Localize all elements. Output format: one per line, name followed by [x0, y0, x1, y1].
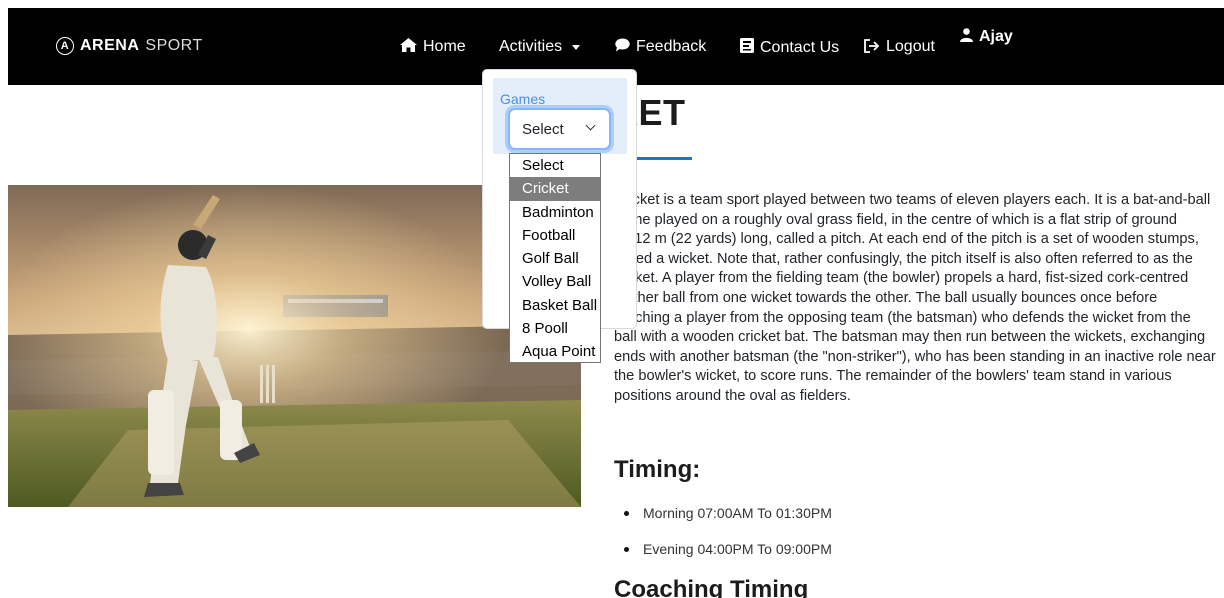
address-card-icon — [740, 38, 754, 57]
brand-name-bold: ARENA — [80, 37, 140, 54]
games-select-value: Select — [522, 120, 564, 138]
option-golf-ball[interactable]: Golf Ball — [510, 247, 600, 270]
option-volley-ball[interactable]: Volley Ball — [510, 270, 600, 293]
option-badminton[interactable]: Badminton — [510, 201, 600, 224]
nav-home[interactable]: Home — [400, 38, 466, 56]
timing-item-morning: Morning 07:00AM To 01:30PM — [622, 505, 832, 541]
chevron-down-icon — [585, 120, 596, 131]
games-label: Games — [500, 91, 546, 107]
option-cricket[interactable]: Cricket — [510, 177, 600, 201]
nav-logout-label: Logout — [886, 38, 935, 55]
brand-logo[interactable]: A ARENA SPORT — [56, 37, 203, 55]
timing-list: Morning 07:00AM To 01:30PM Evening 04:00… — [622, 505, 832, 577]
nav-feedback-label: Feedback — [636, 38, 707, 55]
option-football[interactable]: Football — [510, 224, 600, 247]
option-basket-ball[interactable]: Basket Ball — [510, 294, 600, 317]
nav-activities-toggle[interactable]: Activities — [499, 38, 581, 56]
coaching-timing-heading: Coaching Timing — [614, 576, 809, 598]
nav-feedback[interactable]: Feedback — [615, 38, 706, 56]
timing-item-evening: Evening 04:00PM To 09:00PM — [622, 541, 832, 577]
brand-name-light: SPORT — [145, 37, 203, 54]
option-aqua-point[interactable]: Aqua Point — [510, 340, 600, 363]
comment-icon — [615, 38, 630, 56]
timing-heading: Timing: — [614, 456, 701, 483]
nav-logout[interactable]: Logout — [864, 38, 935, 56]
nav-user[interactable]: Ajay — [960, 28, 1013, 46]
option-select[interactable]: Select — [510, 154, 600, 177]
games-options-list: Select Cricket Badminton Football Golf B… — [509, 153, 601, 363]
nav-home-label: Home — [423, 38, 466, 55]
brand-mark-icon: A — [56, 37, 74, 55]
option-8-pool[interactable]: 8 Pooll — [510, 317, 600, 340]
nav-contact-label: Contact Us — [760, 38, 840, 56]
nav-activities-label: Activities — [499, 38, 563, 55]
user-icon — [960, 28, 973, 46]
caret-down-icon — [572, 44, 581, 50]
description-paragraph: Cricket is a team sport played between t… — [614, 192, 1216, 404]
games-select[interactable]: Select — [508, 108, 611, 150]
nav-contact[interactable]: Contact Us — [740, 38, 839, 57]
home-icon — [400, 38, 417, 56]
nav-user-label: Ajay — [979, 28, 1013, 45]
sign-out-icon — [864, 38, 880, 56]
